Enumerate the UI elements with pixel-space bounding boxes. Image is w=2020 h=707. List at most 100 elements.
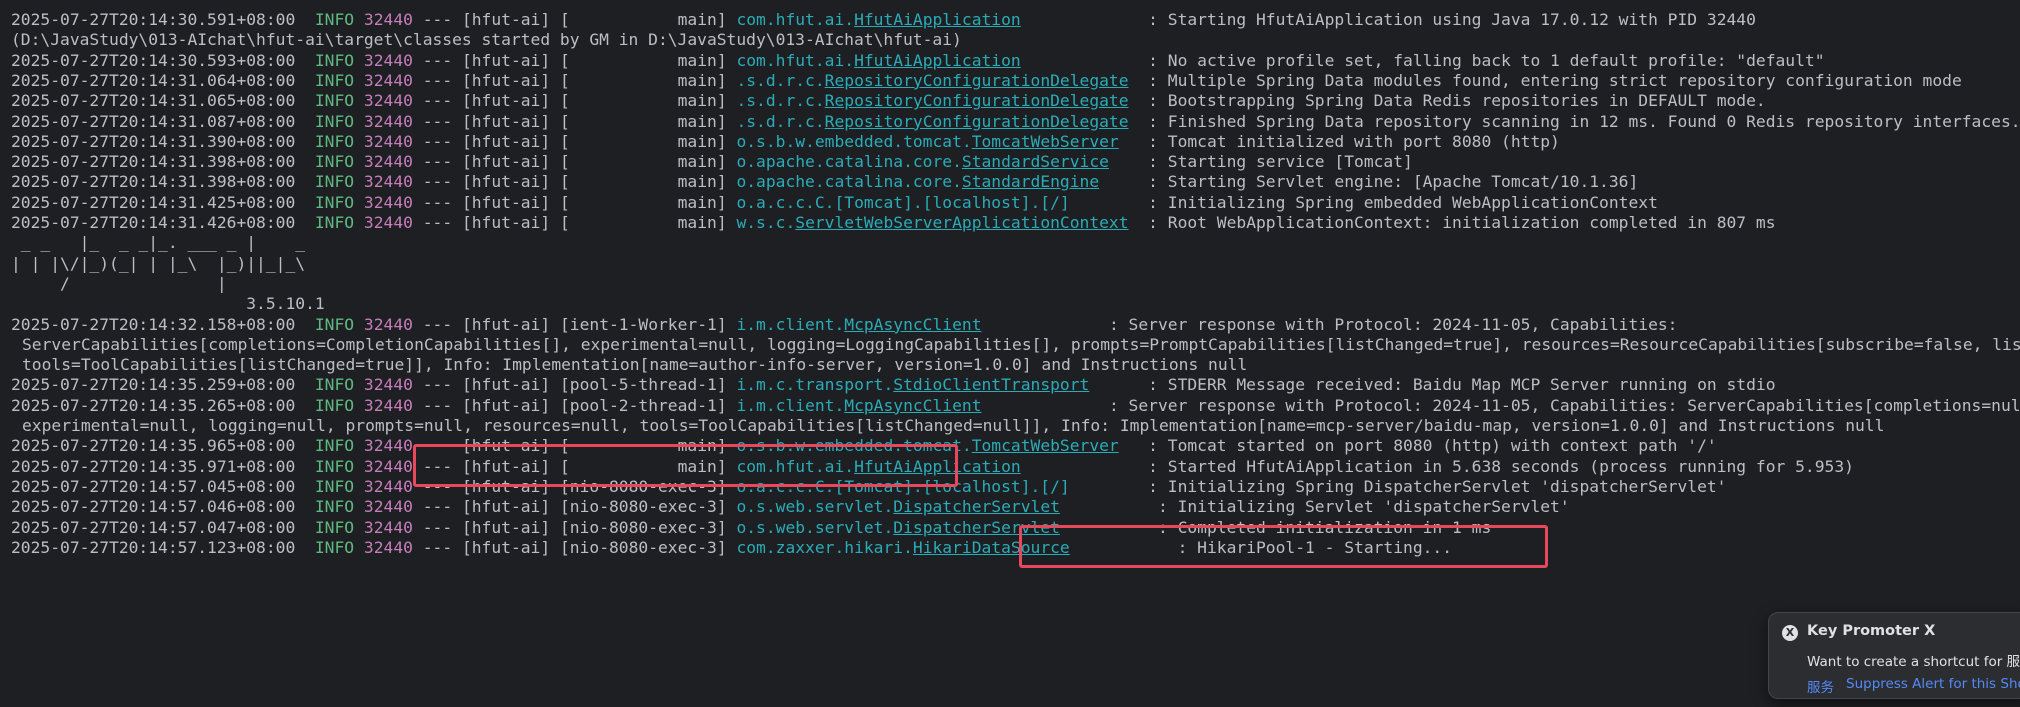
log-pid: 32440 <box>363 314 413 334</box>
log-logger-padding <box>1129 71 1139 90</box>
suppress-alert-link[interactable]: Suppress Alert for this Shortcut <box>1846 676 2020 692</box>
log-level: INFO <box>314 50 355 70</box>
log-line: 2025-07-27T20:14:31.398+08:00 INFO 32440… <box>11 172 1638 192</box>
log-timestamp: 2025-07-27T20:14:31.426+08:00 <box>11 213 296 232</box>
log-line: 2025-07-27T20:14:31.064+08:00 INFO 32440… <box>11 71 1962 91</box>
log-line-text: / | <box>11 273 227 293</box>
log-message: : Root WebApplicationContext: initializa… <box>1148 213 1776 232</box>
log-timestamp: 2025-07-27T20:14:35.265+08:00 <box>11 395 296 415</box>
log-level: INFO <box>314 152 355 172</box>
log-pid: 32440 <box>363 497 413 517</box>
log-message: : Starting service [Tomcat] <box>1148 152 1413 172</box>
log-timestamp: 2025-07-27T20:14:31.425+08:00 <box>11 192 296 212</box>
log-pid: 32440 <box>363 456 413 476</box>
log-logger-class-link[interactable]: McpAsyncClient <box>844 396 981 415</box>
log-logger-class-link[interactable]: DispatcherServlet <box>893 497 1060 516</box>
log-timestamp: 2025-07-27T20:14:35.971+08:00 <box>11 456 296 476</box>
log-thread: pool-2-thread-1] <box>569 395 727 415</box>
log-logger-package: .s.d.r.c. <box>736 91 825 111</box>
log-logger-class-link[interactable]: RepositoryConfigurationDelegate <box>825 71 1129 90</box>
log-pid: 32440 <box>363 131 413 151</box>
log-level: INFO <box>314 111 355 131</box>
log-timestamp: 2025-07-27T20:14:30.591+08:00 <box>11 10 296 29</box>
log-level: INFO <box>314 70 355 90</box>
log-logger-class-link[interactable]: TomcatWebServer <box>972 436 1119 455</box>
log-line: 2025-07-27T20:14:32.158+08:00 INFO 32440… <box>11 315 1677 335</box>
log-timestamp: 2025-07-27T20:14:31.398+08:00 <box>11 172 296 192</box>
notification-title: Key Promoter X <box>1807 623 1936 639</box>
log-message: : Started HfutAiApplication in 5.638 sec… <box>1148 456 1854 476</box>
log-thread: pool-5-thread-1] <box>569 375 727 395</box>
log-logger-padding <box>1099 172 1138 191</box>
log-level: INFO <box>314 375 355 395</box>
log-logger-padding <box>1109 152 1138 171</box>
log-message: : Tomcat initialized with port 8080 (htt… <box>1148 131 1560 151</box>
log-message: : Initializing Servlet 'dispatcherServle… <box>1157 497 1570 517</box>
log-logger-class-link[interactable]: McpAsyncClient <box>844 315 981 334</box>
log-line: 2025-07-27T20:14:35.259+08:00 INFO 32440… <box>11 375 1776 395</box>
log-logger-class-link[interactable]: TomcatWebServer <box>972 132 1119 151</box>
log-timestamp: 2025-07-27T20:14:30.593+08:00 <box>11 50 296 70</box>
log-logger-package: o.s.web.servlet. <box>736 497 894 517</box>
log-app: --- [hfut-ai] [ <box>422 192 570 212</box>
log-message: : Server response with Protocol: 2024-11… <box>1108 395 2020 415</box>
highlight-author-info-server <box>413 444 958 487</box>
log-logger-class-link[interactable]: HfutAiApplication <box>854 51 1021 70</box>
log-logger-class-link[interactable]: HfutAiApplication <box>854 10 1021 29</box>
log-thread: main] <box>569 152 727 172</box>
log-app: --- [hfut-ai] [ <box>422 152 570 172</box>
log-logger-padding <box>1129 112 1139 131</box>
log-thread: main] <box>569 213 727 232</box>
log-line: 2025-07-27T20:14:31.087+08:00 INFO 32440… <box>11 112 2020 132</box>
log-line: 2025-07-27T20:14:30.591+08:00 INFO 32440… <box>11 10 1756 30</box>
log-logger-padding <box>1021 457 1139 476</box>
log-pid: 32440 <box>363 375 413 395</box>
log-logger-class-link[interactable]: StandardService <box>962 152 1109 171</box>
log-line-text: _ _ |_ _ _|_. ___ _ | _ <box>11 233 306 253</box>
log-pid: 32440 <box>363 213 413 232</box>
log-message: : Tomcat started on port 8080 (http) wit… <box>1148 436 1717 456</box>
log-level: INFO <box>314 213 355 232</box>
log-message: : No active profile set, falling back to… <box>1148 50 1825 70</box>
notification-action-service[interactable]: 服务 <box>1807 676 1834 696</box>
log-logger-class-link[interactable]: StandardEngine <box>962 172 1099 191</box>
log-level: INFO <box>314 314 355 334</box>
key-promoter-icon: X <box>1782 625 1798 641</box>
log-thread: main] <box>569 50 727 70</box>
log-logger-class-link[interactable]: RepositoryConfigurationDelegate <box>825 91 1129 110</box>
log-line: 2025-07-27T20:14:31.426+08:00 INFO 32440… <box>11 213 1776 233</box>
log-thread: main] <box>569 91 727 111</box>
log-line-text: tools=ToolCapabilities[listChanged=true]… <box>22 355 1248 375</box>
log-message: : Finished Spring Data repository scanni… <box>1148 111 2020 131</box>
log-logger-package: i.m.c.transport. <box>736 375 894 395</box>
log-thread: main] <box>569 172 727 192</box>
log-message: : Initializing Spring DispatcherServlet … <box>1148 476 1727 496</box>
key-promoter-notification[interactable]: X Key Promoter X Want to create a shortc… <box>1768 612 2020 699</box>
log-pid: 32440 <box>363 476 413 496</box>
log-level: INFO <box>314 131 355 151</box>
log-timestamp: 2025-07-27T20:14:31.064+08:00 <box>11 70 296 90</box>
log-message: : Initializing Spring embedded WebApplic… <box>1148 192 1658 212</box>
run-console[interactable]: 2025-07-27T20:14:30.591+08:00 INFO 32440… <box>0 0 2020 707</box>
log-pid: 32440 <box>363 70 413 90</box>
log-logger-package: .s.d.r.c. <box>736 111 825 131</box>
log-pid: 32440 <box>363 50 413 70</box>
log-logger-class-link[interactable]: RepositoryConfigurationDelegate <box>825 112 1129 131</box>
log-logger-padding <box>1129 91 1139 110</box>
log-line: 2025-07-27T20:14:57.046+08:00 INFO 32440… <box>11 497 1570 517</box>
log-line: 2025-07-27T20:14:31.390+08:00 INFO 32440… <box>11 132 1560 152</box>
log-logger-class-link[interactable]: StdioClientTransport <box>893 375 1089 394</box>
log-thread: main] <box>569 111 727 131</box>
log-pid: 32440 <box>363 436 413 456</box>
log-logger-package: o.apache.catalina.core. <box>736 152 962 172</box>
log-pid: 32440 <box>363 537 413 557</box>
log-timestamp: 2025-07-27T20:14:57.046+08:00 <box>11 497 296 517</box>
log-logger-class-link[interactable]: ServletWebServerApplicationContext <box>795 213 1128 232</box>
log-thread: main] <box>569 131 727 151</box>
log-thread: nio-8080-exec-3] <box>569 517 727 537</box>
log-line-text: experimental=null, logging=null, prompts… <box>22 416 1885 435</box>
log-logger-padding <box>982 396 1100 415</box>
log-line-text: ServerCapabilities[completions=Completio… <box>22 334 2020 354</box>
log-logger-package: com.zaxxer.hikari. <box>736 537 913 557</box>
log-timestamp: 2025-07-27T20:14:35.259+08:00 <box>11 375 296 395</box>
